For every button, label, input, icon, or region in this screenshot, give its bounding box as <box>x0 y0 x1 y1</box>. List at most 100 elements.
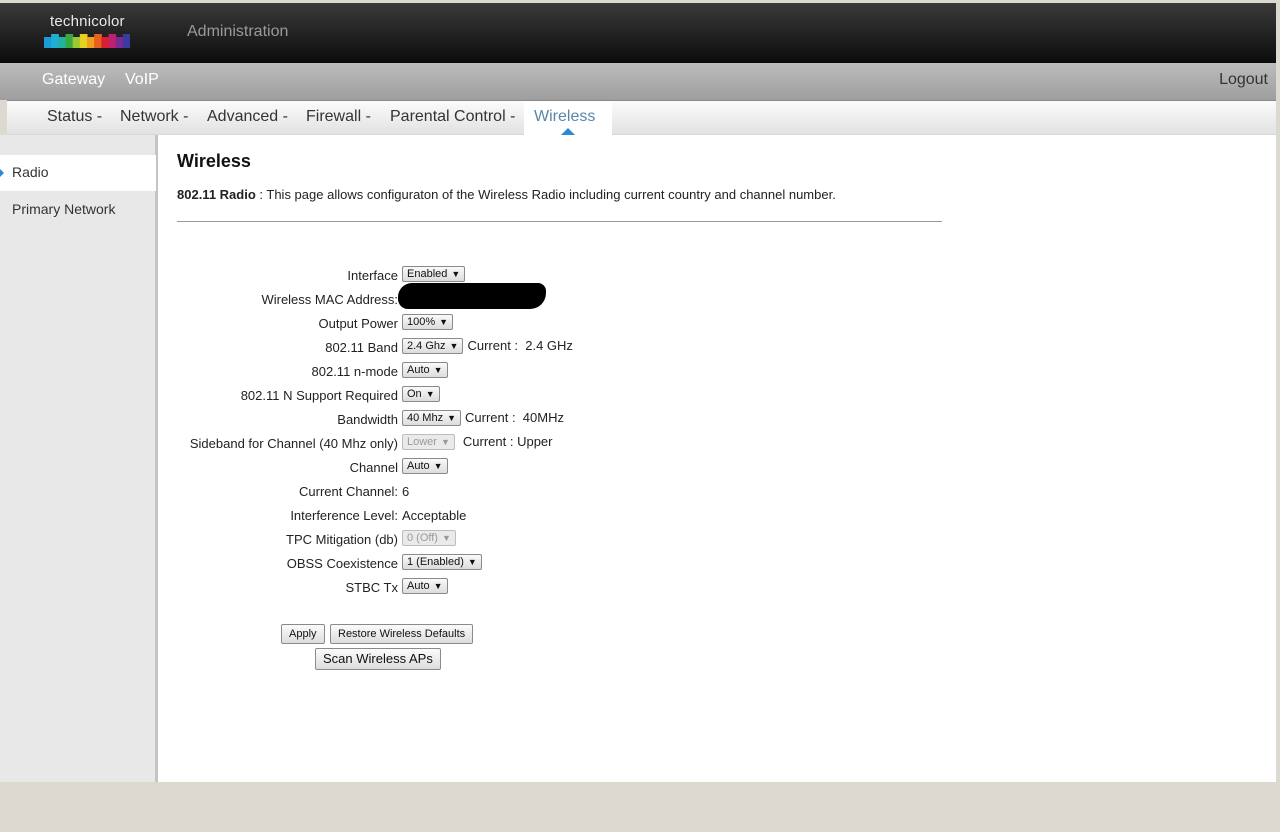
tab-advanced[interactable]: Advanced - <box>207 108 288 126</box>
logo-color-block <box>108 34 117 48</box>
primary-nav: Gateway VoIP Logout <box>0 63 1276 100</box>
chevron-down-icon: ▼ <box>433 580 443 591</box>
bandwidth-select[interactable]: 40 Mhz ▼ <box>402 409 461 426</box>
sidebar: Radio Primary Network <box>0 135 158 782</box>
nmode-value: Auto <box>407 363 430 376</box>
row-band: 802.11 Band 2.4 Ghz ▼ Current : 2.4 GHz <box>158 336 958 360</box>
row-n-support: 802.11 N Support Required On ▼ <box>158 384 958 408</box>
output-power-select[interactable]: 100% ▼ <box>402 313 454 330</box>
interface-label: Interface <box>347 268 398 283</box>
row-output-power: Output Power 100% ▼ <box>158 312 958 336</box>
band-value: 2.4 Ghz <box>407 339 446 352</box>
row-current-channel: Current Channel: 6 <box>158 480 958 504</box>
brand-logo-text: technicolor <box>50 13 125 30</box>
tab-network[interactable]: Network - <box>120 108 188 126</box>
sideband-value: Lower <box>407 435 437 448</box>
sideband-current: Current : Upper <box>462 434 553 450</box>
logo-color-block <box>51 34 59 48</box>
nmode-label: 802.11 n-mode <box>311 364 399 379</box>
logo-color-block <box>94 34 102 48</box>
tpc-select[interactable]: 0 (Off) ▼ <box>402 529 456 546</box>
tab-status[interactable]: Status - <box>47 108 102 126</box>
logo-color-block <box>115 37 124 48</box>
chevron-down-icon: ▼ <box>447 412 456 423</box>
page-description: 802.11 Radio : This page allows configur… <box>177 187 836 202</box>
chevron-down-icon: ▼ <box>433 364 443 375</box>
tab-wireless-label: Wireless <box>534 108 596 125</box>
current-channel-value: 6 <box>402 484 410 499</box>
row-nmode: 802.11 n-mode Auto ▼ <box>158 360 958 384</box>
row-tpc: TPC Mitigation (db) 0 (Off) ▼ <box>158 528 958 552</box>
stbc-value: Auto <box>407 579 430 592</box>
secondary-nav: Status - Network - Advanced - Firewall -… <box>7 100 1276 135</box>
sideband-select[interactable]: Lower ▼ <box>402 433 455 450</box>
row-mac: Wireless MAC Address: <box>158 283 958 312</box>
brand-logo-icon <box>44 34 130 48</box>
tab-firewall[interactable]: Firewall - <box>306 108 371 126</box>
channel-value: Auto <box>407 459 430 472</box>
output-power-value: 100% <box>407 315 436 328</box>
channel-select[interactable]: Auto ▼ <box>402 457 448 474</box>
n-support-value: On <box>407 387 422 400</box>
mac-label: Wireless MAC Address: <box>261 292 398 307</box>
bandwidth-value: 40 Mhz <box>407 411 444 424</box>
logo-color-block <box>101 37 109 48</box>
logo-color-block <box>65 34 74 48</box>
logo-color-block <box>79 34 88 48</box>
scan-aps-button[interactable]: Scan Wireless APs <box>315 648 441 670</box>
nmode-select[interactable]: Auto ▼ <box>402 361 448 378</box>
description-label: 802.11 Radio <box>177 187 256 202</box>
chevron-down-icon: ▼ <box>433 460 443 471</box>
tab-wireless[interactable]: Wireless <box>524 101 612 135</box>
stbc-select[interactable]: Auto ▼ <box>402 577 448 594</box>
row-channel: Channel Auto ▼ <box>158 456 958 480</box>
logo-color-block <box>122 34 130 48</box>
tpc-value: 0 (Off) <box>407 531 438 544</box>
description-text: This page allows configuraton of the Wir… <box>266 187 836 202</box>
n-support-select[interactable]: On ▼ <box>402 385 440 402</box>
logo-color-block <box>87 37 95 48</box>
chevron-down-icon: ▼ <box>467 556 477 567</box>
band-select[interactable]: 2.4 Ghz ▼ <box>402 337 464 354</box>
obss-label: OBSS Coexistence <box>286 556 398 571</box>
obss-select[interactable]: 1 (Enabled) ▼ <box>402 553 482 570</box>
header-bar: technicolor Administration <box>0 3 1276 63</box>
logo-color-block <box>44 37 52 48</box>
tab-parental-control[interactable]: Parental Control - <box>390 108 515 126</box>
chevron-down-icon: ▼ <box>425 388 435 399</box>
app-title: Administration <box>187 23 289 40</box>
stbc-label: STBC Tx <box>345 580 399 595</box>
sidebar-item-primary-network[interactable]: Primary Network <box>12 201 115 217</box>
row-interference: Interference Level: Acceptable <box>158 504 958 528</box>
interference-label: Interference Level: <box>290 508 398 523</box>
band-label: 802.11 Band <box>325 340 398 355</box>
restore-defaults-button[interactable]: Restore Wireless Defaults <box>330 624 474 644</box>
row-sideband: Sideband for Channel (40 Mhz only) Lower… <box>158 432 958 456</box>
active-item-arrow-icon <box>0 169 4 177</box>
mac-redaction <box>398 283 546 309</box>
chevron-down-icon: ▼ <box>439 316 449 327</box>
section-divider <box>177 221 942 222</box>
chevron-down-icon: ▼ <box>449 340 459 351</box>
chevron-down-icon: ▼ <box>451 268 461 279</box>
sideband-label: Sideband for Channel (40 Mhz only) <box>189 436 398 451</box>
chevron-down-icon: ▼ <box>440 436 450 447</box>
channel-label: Channel <box>349 460 398 475</box>
chevron-down-icon: ▼ <box>441 532 451 543</box>
nav-gateway[interactable]: Gateway <box>42 71 105 89</box>
row-interface: Interface Enabled ▼ <box>158 264 958 288</box>
apply-button[interactable]: Apply <box>281 624 325 644</box>
sidebar-item-radio[interactable]: Radio <box>0 155 156 191</box>
interface-value: Enabled <box>407 267 448 280</box>
current-channel-label: Current Channel: <box>299 484 398 499</box>
main-content: Wireless 802.11 Radio : This page allows… <box>158 135 1276 782</box>
band-current: Current : 2.4 GHz <box>467 338 573 354</box>
row-stbc: STBC Tx Auto ▼ <box>158 576 958 600</box>
page-footer-area <box>0 782 1280 832</box>
active-tab-arrow-icon <box>561 128 575 135</box>
interface-select[interactable]: Enabled ▼ <box>402 265 466 282</box>
nav-voip[interactable]: VoIP <box>125 71 159 89</box>
n-support-label: 802.11 N Support Required <box>240 388 398 403</box>
logout-link[interactable]: Logout <box>1219 71 1268 89</box>
row-obss: OBSS Coexistence 1 (Enabled) ▼ <box>158 552 958 576</box>
